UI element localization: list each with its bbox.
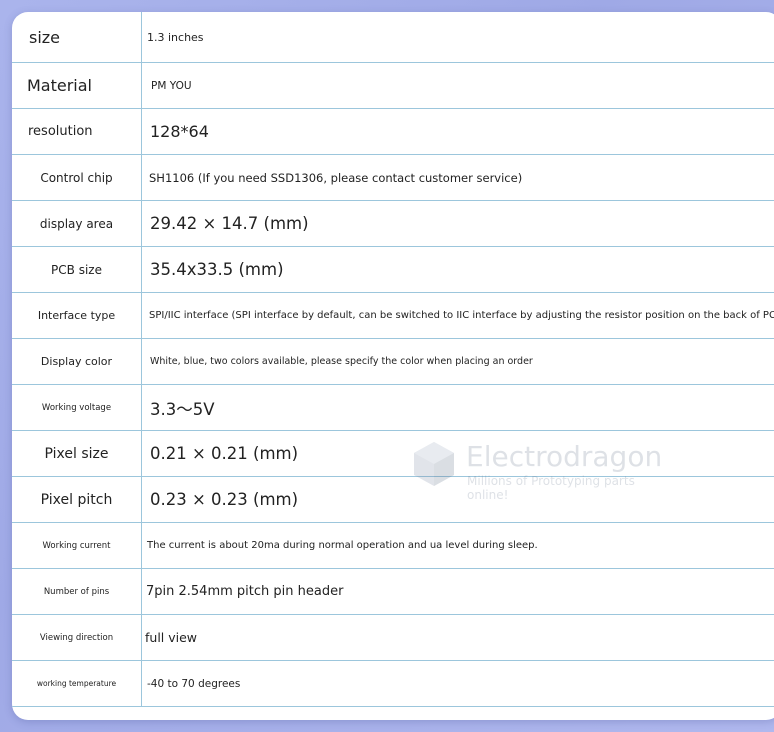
- spec-row-number-of-pins: Number of pins 7pin 2.54mm pitch pin hea…: [12, 568, 774, 615]
- spec-value: SH1106 (If you need SSD1306, please cont…: [141, 154, 774, 201]
- spec-label: Material: [12, 62, 142, 109]
- spec-row-viewing-direction: Viewing direction full view: [12, 614, 774, 661]
- spec-row-resolution: resolution 128*64: [12, 108, 774, 155]
- spec-label: Working current: [12, 522, 142, 569]
- spec-label: Interface type: [12, 292, 142, 339]
- spec-table: size 1.3 inches Material PM YOU resoluti…: [12, 12, 774, 707]
- spec-row-control-chip: Control chip SH1106 (If you need SSD1306…: [12, 154, 774, 201]
- spec-row-working-temperature: working temperature -40 to 70 degrees: [12, 660, 774, 707]
- spec-value: White, blue, two colors available, pleas…: [141, 338, 774, 385]
- spec-row-interface-type: Interface type SPI/IIC interface (SPI in…: [12, 292, 774, 339]
- spec-row-display-color: Display color White, blue, two colors av…: [12, 338, 774, 385]
- spec-value: 3.3～5V: [141, 384, 774, 431]
- spec-label: Display color: [12, 338, 142, 385]
- spec-row-material: Material PM YOU: [12, 62, 774, 109]
- spec-label: display area: [12, 200, 142, 247]
- spec-row-pixel-pitch: Pixel pitch 0.23 × 0.23 (mm): [12, 476, 774, 523]
- spec-value: 35.4x33.5 (mm): [141, 246, 774, 293]
- spec-table-card: size 1.3 inches Material PM YOU resoluti…: [12, 12, 774, 720]
- spec-label: Viewing direction: [12, 614, 142, 661]
- spec-label: Pixel pitch: [12, 476, 142, 523]
- spec-value: 7pin 2.54mm pitch pin header: [141, 568, 774, 615]
- spec-value: SPI/IIC interface (SPI interface by defa…: [141, 292, 774, 339]
- spec-label: Number of pins: [12, 568, 142, 615]
- spec-value: 1.3 inches: [141, 12, 774, 63]
- spec-label: resolution: [12, 108, 142, 155]
- spec-row-working-voltage: Working voltage 3.3～5V: [12, 384, 774, 431]
- spec-value: 0.21 × 0.21 (mm): [141, 430, 774, 477]
- spec-label: PCB size: [12, 246, 142, 293]
- spec-row-pixel-size: Pixel size 0.21 × 0.21 (mm): [12, 430, 774, 477]
- spec-row-pcb-size: PCB size 35.4x33.5 (mm): [12, 246, 774, 293]
- spec-value: -40 to 70 degrees: [141, 660, 774, 707]
- spec-value: The current is about 20ma during normal …: [141, 522, 774, 569]
- spec-value: 128*64: [141, 108, 774, 155]
- spec-label: Pixel size: [12, 430, 142, 477]
- spec-label: working temperature: [12, 660, 142, 707]
- spec-value: full view: [141, 614, 774, 661]
- spec-row-display-area: display area 29.42 × 14.7 (mm): [12, 200, 774, 247]
- spec-row-working-current: Working current The current is about 20m…: [12, 522, 774, 569]
- spec-label: Working voltage: [12, 384, 142, 431]
- spec-label: Control chip: [12, 154, 142, 201]
- spec-label: size: [12, 12, 142, 63]
- spec-row-size: size 1.3 inches: [12, 12, 774, 63]
- spec-value: 29.42 × 14.7 (mm): [141, 200, 774, 247]
- spec-value: PM YOU: [141, 62, 774, 109]
- spec-value: 0.23 × 0.23 (mm): [141, 476, 774, 523]
